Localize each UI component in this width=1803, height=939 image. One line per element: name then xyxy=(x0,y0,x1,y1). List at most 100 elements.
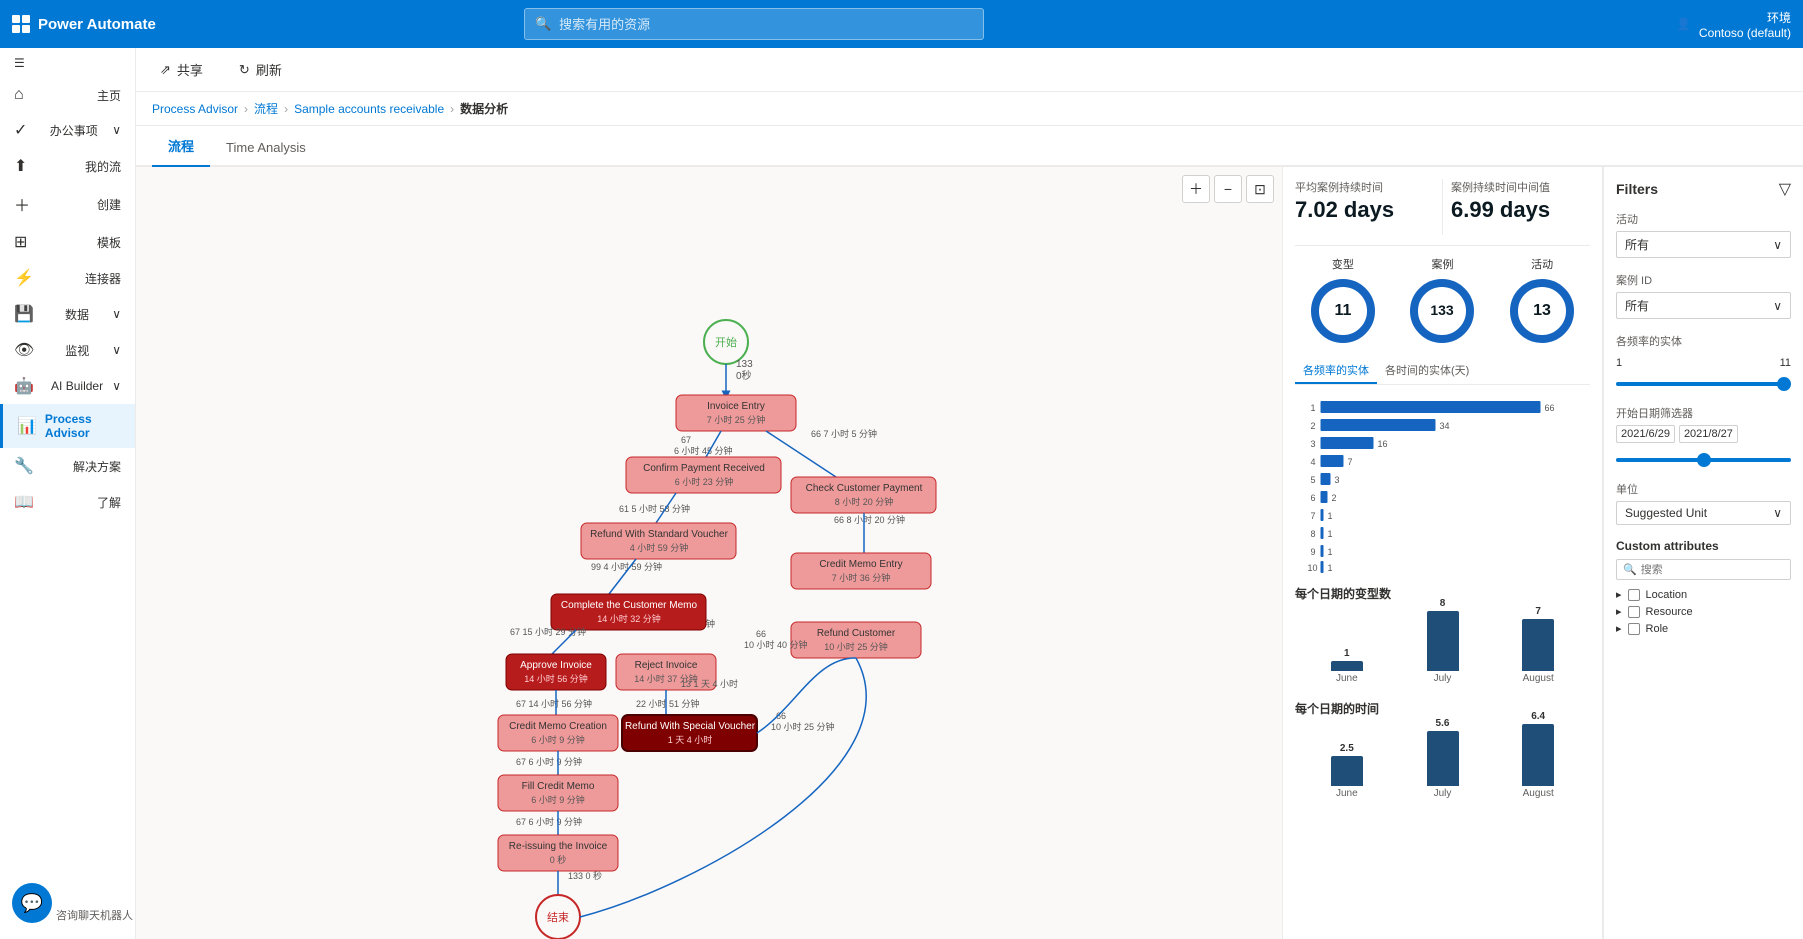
search-input[interactable] xyxy=(559,17,973,32)
sidebar-item-templates[interactable]: ⊞ 模板 xyxy=(0,224,135,260)
flow-wrapper[interactable]: 开始 133 0秒 Invoice Entry 7 小时 25 分钟 67 6 … xyxy=(136,167,1282,939)
case-id-chevron-icon: ∨ xyxy=(1773,299,1782,313)
activity-filter-label: 活动 xyxy=(1616,211,1791,227)
svg-text:Check Customer Payment: Check Customer Payment xyxy=(806,483,923,494)
variant-donut: 变型 11 xyxy=(1308,256,1378,346)
svg-text:61 5 小时 58 分钟: 61 5 小时 58 分钟 xyxy=(619,503,690,514)
expand-icon-2: ▸ xyxy=(1616,605,1622,618)
role-checkbox[interactable] xyxy=(1628,623,1640,635)
case-id-filter: 案例 ID 所有 ∨ xyxy=(1616,272,1791,319)
svg-text:Re-issuing the Invoice: Re-issuing the Invoice xyxy=(509,841,608,852)
svg-text:7: 7 xyxy=(1311,511,1316,521)
unit-filter: 单位 Suggested Unit ∨ xyxy=(1616,481,1791,525)
svg-text:40: 40 xyxy=(1453,572,1462,573)
svg-text:6: 6 xyxy=(1311,493,1316,503)
sidebar-item-create[interactable]: ＋ 创建 xyxy=(0,184,135,224)
svg-text:1: 1 xyxy=(1328,511,1333,521)
custom-attrs-title: Custom attributes xyxy=(1616,539,1791,553)
sidebar-item-aibuilder[interactable]: 🤖 AI Builder ∨ xyxy=(0,368,135,404)
svg-text:3: 3 xyxy=(1335,475,1340,485)
main-area: ⇗ 共享 ↻ 刷新 Process Advisor › 流程 › Sample … xyxy=(136,48,1803,939)
svg-text:22 小时 51 分钟: 22 小时 51 分钟 xyxy=(636,698,700,709)
app-logo[interactable]: Power Automate xyxy=(12,15,172,33)
unit-value: Suggested Unit xyxy=(1625,506,1707,520)
svg-text:Invoice Entry: Invoice Entry xyxy=(707,401,765,412)
svg-text:8 小时 20 分钟: 8 小时 20 分钟 xyxy=(835,496,894,507)
tab-flow[interactable]: 流程 xyxy=(152,126,210,167)
svg-text:66: 66 xyxy=(1545,403,1555,413)
bar-tab-frequency[interactable]: 各频率的实体 xyxy=(1295,358,1377,384)
median-value: 6.99 days xyxy=(1451,197,1590,223)
tabs-bar: 流程 Time Analysis xyxy=(136,126,1803,167)
svg-text:Credit Memo Creation: Credit Memo Creation xyxy=(509,721,607,732)
custom-search-icon: 🔍 xyxy=(1623,563,1637,576)
svg-text:5: 5 xyxy=(1311,475,1316,485)
date-slider[interactable] xyxy=(1616,458,1791,462)
sidebar-item-myflow[interactable]: ⬆ 我的流 xyxy=(0,148,135,184)
case-donut: 案例 133 xyxy=(1407,256,1477,346)
col-june-time: 2.5 June xyxy=(1303,743,1391,799)
unit-dropdown[interactable]: Suggested Unit ∨ xyxy=(1616,501,1791,525)
chat-button[interactable]: 💬 xyxy=(12,883,52,923)
sidebar-label-monitor: 监视 xyxy=(65,342,89,359)
unit-label: 单位 xyxy=(1616,481,1791,497)
bar-chart-tabs: 各频率的实体 各时间的实体(天) xyxy=(1295,358,1590,385)
sidebar-item-data[interactable]: 💾 数据 ∨ xyxy=(0,296,135,332)
custom-search-box[interactable]: 🔍 xyxy=(1616,559,1791,580)
svg-text:0 秒: 0 秒 xyxy=(550,854,567,865)
location-checkbox[interactable] xyxy=(1628,589,1640,601)
activity-dropdown[interactable]: 所有 ∨ xyxy=(1616,231,1791,258)
activity-value: 所有 xyxy=(1625,236,1649,253)
svg-text:6 小时 23 分钟: 6 小时 23 分钟 xyxy=(675,476,734,487)
search-bar[interactable]: 🔍 xyxy=(524,8,984,40)
svg-text:Reject Invoice: Reject Invoice xyxy=(635,660,698,671)
grid-icon xyxy=(12,15,30,33)
attr-item-role[interactable]: ▸ Role xyxy=(1616,620,1791,637)
custom-search-input[interactable] xyxy=(1641,564,1784,576)
entity-filter: 各频率的实体 1 11 xyxy=(1616,333,1791,391)
monitor-chevron-icon: ∨ xyxy=(112,343,121,357)
refresh-button[interactable]: ↻ 刷新 xyxy=(231,56,290,83)
topbar: Power Automate 🔍 👤 环境 Contoso (default) xyxy=(0,0,1803,48)
svg-text:67 6 小时 9 分钟: 67 6 小时 9 分钟 xyxy=(516,756,582,767)
bar-tab-time[interactable]: 各时间的实体(天) xyxy=(1377,358,1477,384)
svg-text:2: 2 xyxy=(1311,421,1316,431)
resource-checkbox[interactable] xyxy=(1628,606,1640,618)
sidebar-item-processadvisor[interactable]: 📊 Process Advisor xyxy=(0,404,135,448)
tab-time-analysis[interactable]: Time Analysis xyxy=(210,130,322,167)
entity-slider[interactable] xyxy=(1616,382,1791,386)
avg-value: 7.02 days xyxy=(1295,197,1434,223)
svg-text:开始: 开始 xyxy=(715,335,737,349)
entity-max: 11 xyxy=(1780,357,1791,369)
sidebar-item-home[interactable]: ⌂ 主页 xyxy=(0,78,135,112)
sidebar-item-tasks[interactable]: ✓ 办公事项 ∨ xyxy=(0,112,135,148)
svg-text:133: 133 xyxy=(736,359,753,370)
breadcrumb-sample[interactable]: Sample accounts receivable xyxy=(294,102,444,116)
svg-text:67: 67 xyxy=(681,435,691,445)
svg-text:16: 16 xyxy=(1378,439,1388,449)
svg-text:2: 2 xyxy=(1332,493,1337,503)
svg-text:0秒: 0秒 xyxy=(736,369,752,382)
breadcrumb-flow[interactable]: 流程 xyxy=(254,100,278,117)
breadcrumb: Process Advisor › 流程 › Sample accounts r… xyxy=(136,92,1803,126)
breadcrumb-processadvisor[interactable]: Process Advisor xyxy=(152,102,238,116)
attr-item-resource[interactable]: ▸ Resource xyxy=(1616,603,1791,620)
sidebar-item-learn[interactable]: 📖 了解 xyxy=(0,484,135,520)
sidebar-item-solutions[interactable]: 🔧 解决方案 xyxy=(0,448,135,484)
share-label: 共享 xyxy=(177,60,203,79)
sidebar-item-connectors[interactable]: ⚡ 连接器 xyxy=(0,260,135,296)
attr-item-location[interactable]: ▸ Location xyxy=(1616,586,1791,603)
svg-text:7 小时 36 分钟: 7 小时 36 分钟 xyxy=(832,572,891,583)
svg-text:13 1 天 4 小时: 13 1 天 4 小时 xyxy=(681,678,738,689)
date-filter: 开始日期筛选器 2021/6/29 2021/8/27 xyxy=(1616,405,1791,467)
aibuilder-chevron-icon: ∨ xyxy=(112,379,121,393)
share-button[interactable]: ⇗ 共享 xyxy=(152,56,211,83)
svg-text:Refund With Special Voucher: Refund With Special Voucher xyxy=(625,721,756,732)
entity-filter-label: 各频率的实体 xyxy=(1616,333,1791,349)
sidebar-item-menu[interactable]: ☰ xyxy=(0,48,135,78)
case-id-dropdown[interactable]: 所有 ∨ xyxy=(1616,292,1791,319)
filter-icon[interactable]: ▽ xyxy=(1779,179,1791,199)
svg-text:60: 60 xyxy=(1518,572,1527,573)
bar-chart-area: 1 66 2 34 3 16 4 7 5 3 6 xyxy=(1295,393,1590,573)
sidebar-item-monitor[interactable]: 👁 监视 ∨ xyxy=(0,332,135,368)
